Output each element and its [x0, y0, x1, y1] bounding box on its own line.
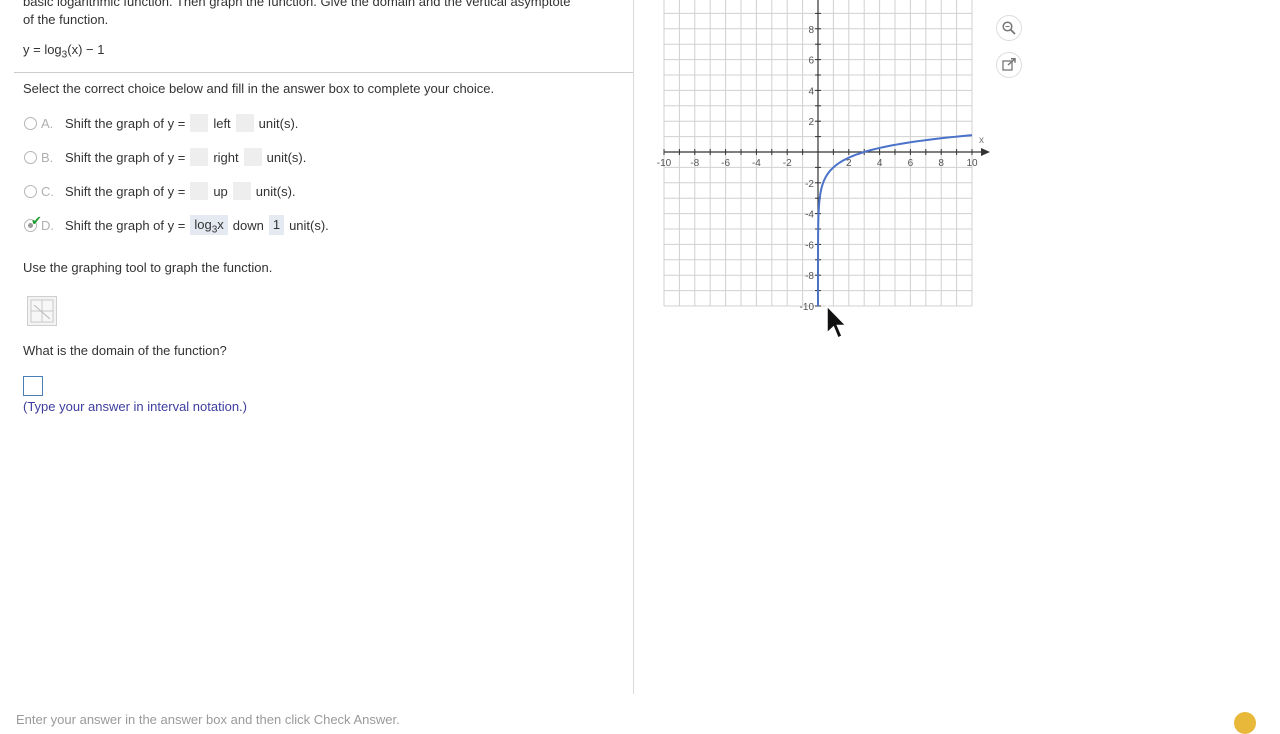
domain-prompt: What is the domain of the function?: [23, 343, 227, 358]
external-link-icon: [1002, 58, 1016, 71]
choice-d-unit: unit(s).: [289, 217, 329, 233]
choice-d-letter: D.: [41, 217, 54, 233]
choice-b-radio[interactable]: [24, 150, 37, 164]
y-tick-label: 8: [808, 25, 814, 36]
choice-b-function-box[interactable]: [190, 148, 209, 166]
pane-divider: [633, 0, 634, 694]
help-icon[interactable]: [1234, 712, 1256, 734]
function-equation: y = log3(x) − 1: [23, 42, 104, 61]
choice-b-direction: right: [213, 149, 239, 165]
choice-c[interactable]: C. Shift the graph of y = up unit(s).: [24, 180, 301, 202]
choice-a-function-box[interactable]: [190, 114, 209, 132]
mouse-cursor-icon: [826, 305, 848, 340]
question-intro: basic logarithmic function. Then graph t…: [23, 0, 628, 29]
equation-prefix: y = log: [23, 42, 62, 57]
choice-d[interactable]: ✔ D. Shift the graph of y = log3x down 1…: [24, 213, 334, 236]
horizontal-divider: [14, 72, 634, 73]
x-tick-label: 4: [877, 158, 883, 169]
choice-d-amount-box[interactable]: 1: [268, 215, 285, 235]
y-tick-label: -8: [805, 271, 814, 282]
x-axis-label: x: [979, 135, 984, 146]
choice-d-function-box[interactable]: log3x: [190, 215, 228, 236]
y-tick-label: -2: [805, 179, 814, 190]
choice-a-amount-box[interactable]: [235, 114, 254, 132]
choice-c-letter: C.: [41, 183, 54, 199]
choice-b-letter: B.: [41, 149, 54, 165]
choice-a-radio[interactable]: [24, 116, 37, 130]
y-tick-label: 4: [808, 86, 814, 97]
choice-a[interactable]: A. Shift the graph of y = left unit(s).: [24, 112, 303, 134]
choice-b-text: Shift the graph of y =: [65, 149, 186, 165]
choice-c-radio[interactable]: [24, 184, 37, 198]
x-tick-label: -10: [657, 158, 672, 169]
choice-d-func: log: [194, 217, 212, 232]
graph-tool-icon: [30, 299, 54, 323]
choice-c-function-box[interactable]: [190, 182, 209, 200]
choice-instruction: Select the correct choice below and fill…: [23, 81, 495, 96]
y-tick-label: 6: [808, 56, 814, 67]
choice-a-letter: A.: [41, 115, 54, 131]
y-tick-label: 2: [808, 117, 814, 128]
question-intro-line2: of the function.: [23, 12, 109, 27]
domain-answer-input[interactable]: [23, 376, 43, 396]
choice-d-radio[interactable]: ✔: [24, 213, 42, 232]
choice-d-var: x: [217, 217, 224, 232]
choice-d-direction: down: [232, 217, 264, 233]
x-axis-arrow: [981, 148, 990, 156]
y-tick-label: -4: [805, 210, 814, 221]
function-graph[interactable]: -10 -8 -6 -4 -2 2 4 6 8 108642-2-4-6-8-10x: [650, 0, 1000, 320]
choice-c-text: Shift the graph of y =: [65, 183, 186, 199]
x-tick-label: -8: [690, 158, 699, 169]
graph-prompt: Use the graphing tool to graph the funct…: [23, 260, 273, 275]
choice-a-direction: left: [213, 115, 231, 131]
popout-button[interactable]: [996, 52, 1022, 78]
choice-a-text: Shift the graph of y =: [65, 115, 186, 131]
correct-checkmark-icon: ✔: [31, 212, 42, 228]
domain-hint: (Type your answer in interval notation.): [23, 399, 247, 414]
choice-b-unit: unit(s).: [266, 149, 307, 165]
x-tick-label: 8: [938, 158, 944, 169]
choice-c-unit: unit(s).: [255, 183, 296, 199]
y-tick-label: -10: [800, 302, 815, 313]
magnifier-icon: [1002, 21, 1016, 35]
question-pane: basic logarithmic function. Then graph t…: [0, 0, 634, 694]
choice-c-direction: up: [213, 183, 228, 199]
y-tick-label: -6: [805, 240, 814, 251]
choice-d-text: Shift the graph of y =: [65, 217, 186, 233]
choice-b[interactable]: B. Shift the graph of y = right unit(s).: [24, 146, 311, 168]
x-tick-label: 10: [966, 158, 978, 169]
graphing-tool-button[interactable]: [27, 296, 57, 326]
choice-b-amount-box[interactable]: [243, 148, 262, 166]
x-tick-label: -2: [783, 158, 792, 169]
x-tick-label: -6: [721, 158, 730, 169]
x-tick-label: -4: [752, 158, 761, 169]
choice-a-unit: unit(s).: [258, 115, 299, 131]
zoom-button[interactable]: [996, 15, 1022, 41]
equation-suffix: (x) − 1: [67, 42, 105, 57]
x-tick-label: 6: [908, 158, 914, 169]
choice-c-amount-box[interactable]: [232, 182, 251, 200]
question-intro-line1: basic logarithmic function. Then graph t…: [23, 0, 571, 9]
